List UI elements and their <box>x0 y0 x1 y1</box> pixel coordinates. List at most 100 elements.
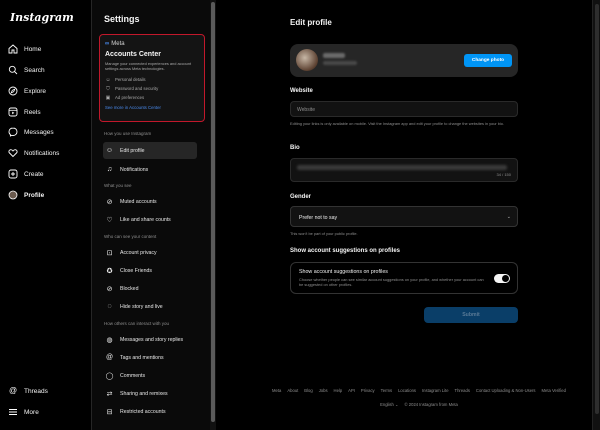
footer-link[interactable]: Meta Verified <box>542 388 566 393</box>
nav-messages[interactable]: Messages <box>8 125 54 139</box>
website-placeholder: Website <box>297 107 315 113</box>
settings-item-label: Blocked <box>120 285 139 292</box>
avatar[interactable] <box>296 49 318 71</box>
row-label: Password and security <box>115 86 159 92</box>
accounts-center-row-personal[interactable]: ☺ Personal details <box>105 77 199 83</box>
footer-link[interactable]: Meta <box>272 388 281 393</box>
nav-label-home: Home <box>24 45 42 53</box>
accounts-center-row-security[interactable]: ⛉ Password and security <box>105 86 199 92</box>
nav-explore[interactable]: Explore <box>8 84 46 98</box>
scrollbar-thumb[interactable] <box>595 4 599 414</box>
footer-link[interactable]: About <box>287 388 298 393</box>
username-redacted <box>323 53 345 58</box>
section-label: Who can see your content <box>104 234 157 239</box>
footer-link[interactable]: Terms <box>381 388 392 393</box>
nav-create[interactable]: Create <box>8 167 44 181</box>
footer-link[interactable]: Privacy <box>361 388 375 393</box>
settings-item-edit-profile[interactable]: ☺ Edit profile <box>103 142 197 159</box>
copyright: © 2024 Instagram from Meta <box>404 402 458 407</box>
bio-textarea[interactable]: 34 / 150 <box>290 158 518 182</box>
meta-brand-label: Meta <box>111 41 125 47</box>
settings-item-notifications[interactable]: ♫ Notifications <box>103 161 197 178</box>
nav-reels[interactable]: Reels <box>8 105 41 119</box>
footer-link[interactable]: Help <box>334 388 343 393</box>
section-label: How others can interact with you <box>104 321 170 326</box>
accounts-center-card[interactable]: ∞ Meta Accounts Center Manage your conne… <box>99 34 205 122</box>
accounts-center-link[interactable]: See more in Accounts Center <box>105 105 199 110</box>
share-icon: ⇄ <box>106 390 113 398</box>
at-icon: @ <box>105 354 114 361</box>
heart-off-icon: ♡ <box>106 216 113 224</box>
nav-threads[interactable]: @ Threads <box>8 384 48 398</box>
language-label: English <box>380 402 394 407</box>
settings-item-restricted-accounts[interactable]: ⊟ Restricted accounts <box>103 403 197 420</box>
nav-more[interactable]: More <box>8 405 39 419</box>
bio-label: Bio <box>290 145 300 151</box>
footer-link[interactable]: Locations <box>398 388 416 393</box>
bell-icon: ♫ <box>106 166 113 173</box>
nav-home[interactable]: Home <box>8 42 41 56</box>
nav-label-threads: Threads <box>24 387 48 395</box>
lock-icon: ⊡ <box>106 249 113 257</box>
ad-icon: ▣ <box>105 94 111 101</box>
edit-profile-main: Edit profile Change photo Website Websit… <box>216 0 592 430</box>
settings-title: Settings <box>104 14 140 24</box>
settings-item-label: Edit profile <box>120 147 145 154</box>
suggestions-box: Show account suggestions on profiles Cho… <box>290 262 518 294</box>
settings-item-hide-story[interactable]: ◌ Hide story and live <box>103 298 197 315</box>
footer-link[interactable]: Instagram Lite <box>422 388 449 393</box>
instagram-logo[interactable]: Instagram <box>10 11 74 24</box>
shield-icon: ⛉ <box>106 85 110 92</box>
settings-item-label: Hide story and live <box>120 303 163 310</box>
settings-panel: Settings ∞ Meta Accounts Center Manage y… <box>92 0 210 430</box>
settings-item-like-counts[interactable]: ♡ Like and share counts <box>103 211 197 228</box>
footer-link[interactable]: Contact Uploading & Non-Users <box>476 388 536 393</box>
settings-item-account-privacy[interactable]: ⊡ Account privacy <box>103 244 197 261</box>
profile-card: Change photo <box>290 44 518 77</box>
section-label: How you use Instagram <box>104 131 152 136</box>
accounts-center-row-ads[interactable]: ▣ Ad preferences <box>105 95 199 101</box>
home-icon <box>8 44 18 54</box>
footer-link[interactable]: API <box>348 388 355 393</box>
avatar-icon <box>8 190 18 200</box>
website-hint: Editing your links is only available on … <box>290 121 505 126</box>
main-scrollbar[interactable] <box>592 0 600 430</box>
nav-label-reels: Reels <box>24 108 41 116</box>
settings-item-close-friends[interactable]: ✪ Close Friends <box>103 262 197 279</box>
meta-logo-icon: ∞ <box>105 41 110 47</box>
gender-hint: This won't be part of your public profil… <box>290 231 358 236</box>
suggestions-title: Show account suggestions on profiles <box>299 269 388 275</box>
footer-link[interactable]: Jobs <box>319 388 328 393</box>
submit-button[interactable]: Submit <box>424 307 518 323</box>
settings-item-comments[interactable]: ◯ Comments <box>103 367 197 384</box>
settings-item-blocked[interactable]: ⊘ Blocked <box>103 280 197 297</box>
suggestions-toggle[interactable] <box>494 274 510 283</box>
settings-item-tags-mentions[interactable]: @ Tags and mentions <box>103 349 197 366</box>
settings-item-muted-accounts[interactable]: ⊘ Muted accounts <box>103 193 197 210</box>
suggestions-heading: Show account suggestions on profiles <box>290 248 401 254</box>
settings-item-messages-replies[interactable]: ◍ Messages and story replies <box>103 331 197 348</box>
messenger-icon <box>8 127 18 137</box>
scrollbar-thumb[interactable] <box>211 2 215 422</box>
language-select[interactable]: English ⌄ <box>380 402 398 407</box>
left-nav: Instagram Home Search Explore Reels Mess… <box>0 0 92 430</box>
gender-select[interactable]: Prefer not to say ⌄ <box>290 206 518 227</box>
settings-item-sharing-remixes[interactable]: ⇄ Sharing and remixes <box>103 385 197 402</box>
nav-label-explore: Explore <box>24 87 47 95</box>
settings-item-label: Muted accounts <box>120 198 157 205</box>
row-label: Personal details <box>115 77 146 83</box>
settings-item-label: Messages and story replies <box>120 336 184 343</box>
fullname-redacted <box>323 61 357 65</box>
footer-link[interactable]: Threads <box>455 388 470 393</box>
change-photo-button[interactable]: Change photo <box>464 54 512 67</box>
nav-notifications[interactable]: Notifications <box>8 146 59 160</box>
search-icon <box>8 65 18 75</box>
footer-bottom: English ⌄ © 2024 Instagram from Meta <box>246 402 592 407</box>
nav-profile[interactable]: Profile <box>8 188 44 202</box>
toggle-knob <box>502 275 509 282</box>
meta-brand: ∞ Meta <box>105 41 199 47</box>
nav-search[interactable]: Search <box>8 63 45 77</box>
nav-label-messages: Messages <box>24 128 54 136</box>
footer-link[interactable]: Blog <box>304 388 312 393</box>
website-input[interactable]: Website <box>290 101 518 117</box>
